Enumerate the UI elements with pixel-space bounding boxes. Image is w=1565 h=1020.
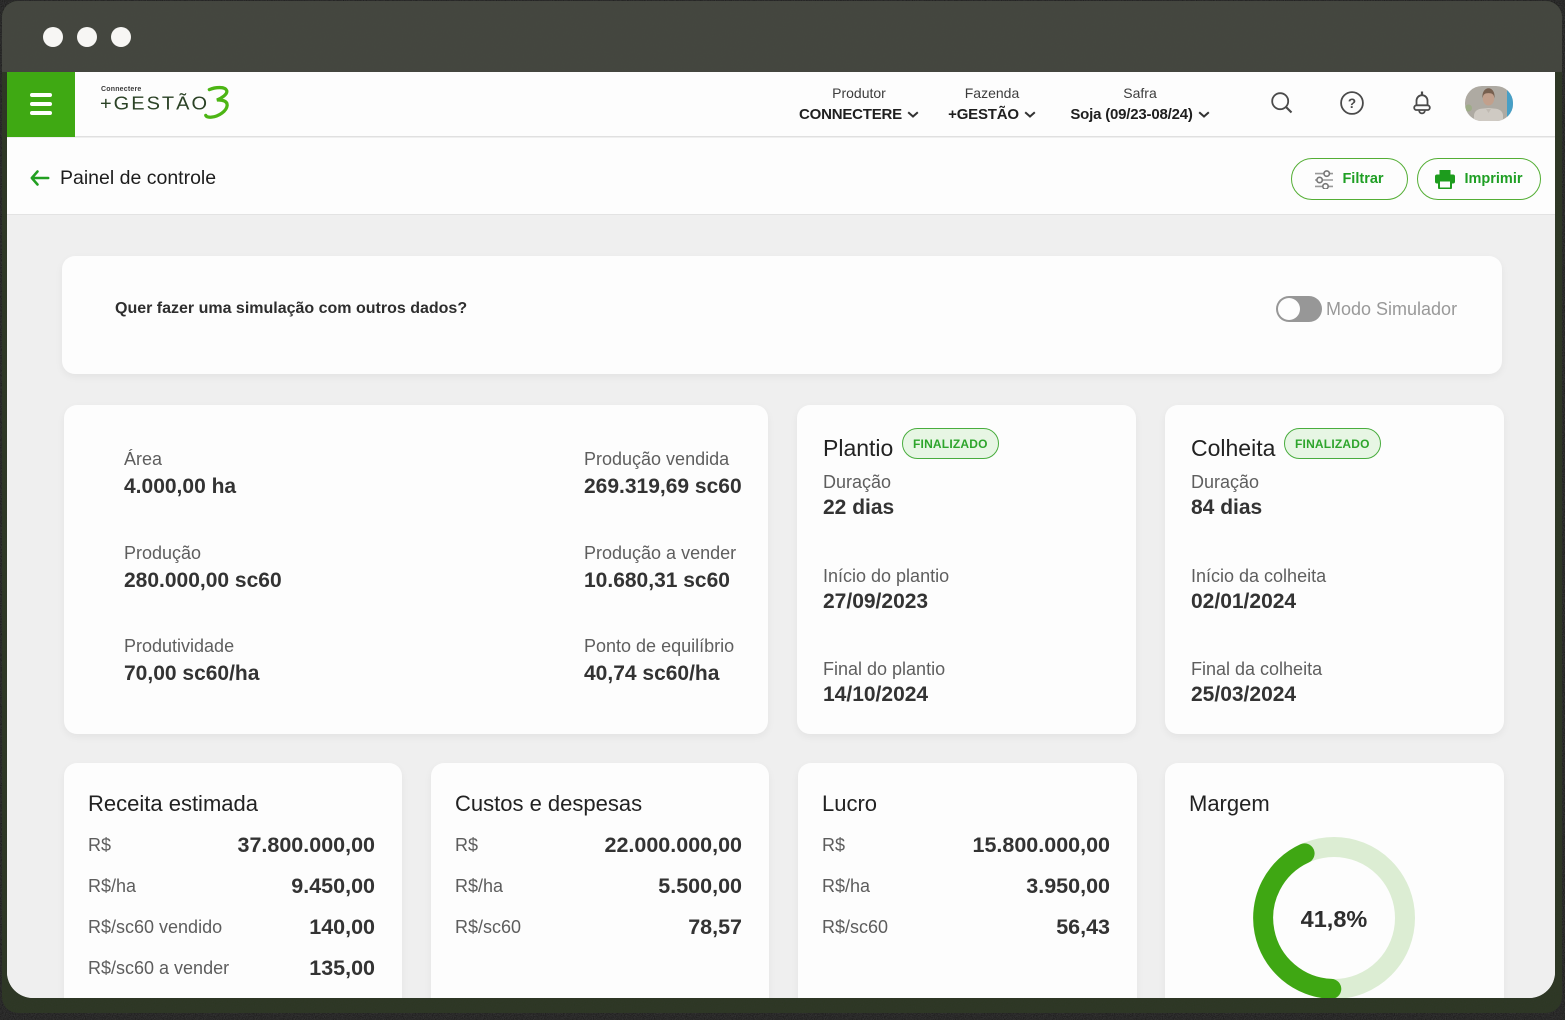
svg-text:41,8%: 41,8% [1301,906,1368,932]
svg-text:?: ? [1348,96,1356,111]
